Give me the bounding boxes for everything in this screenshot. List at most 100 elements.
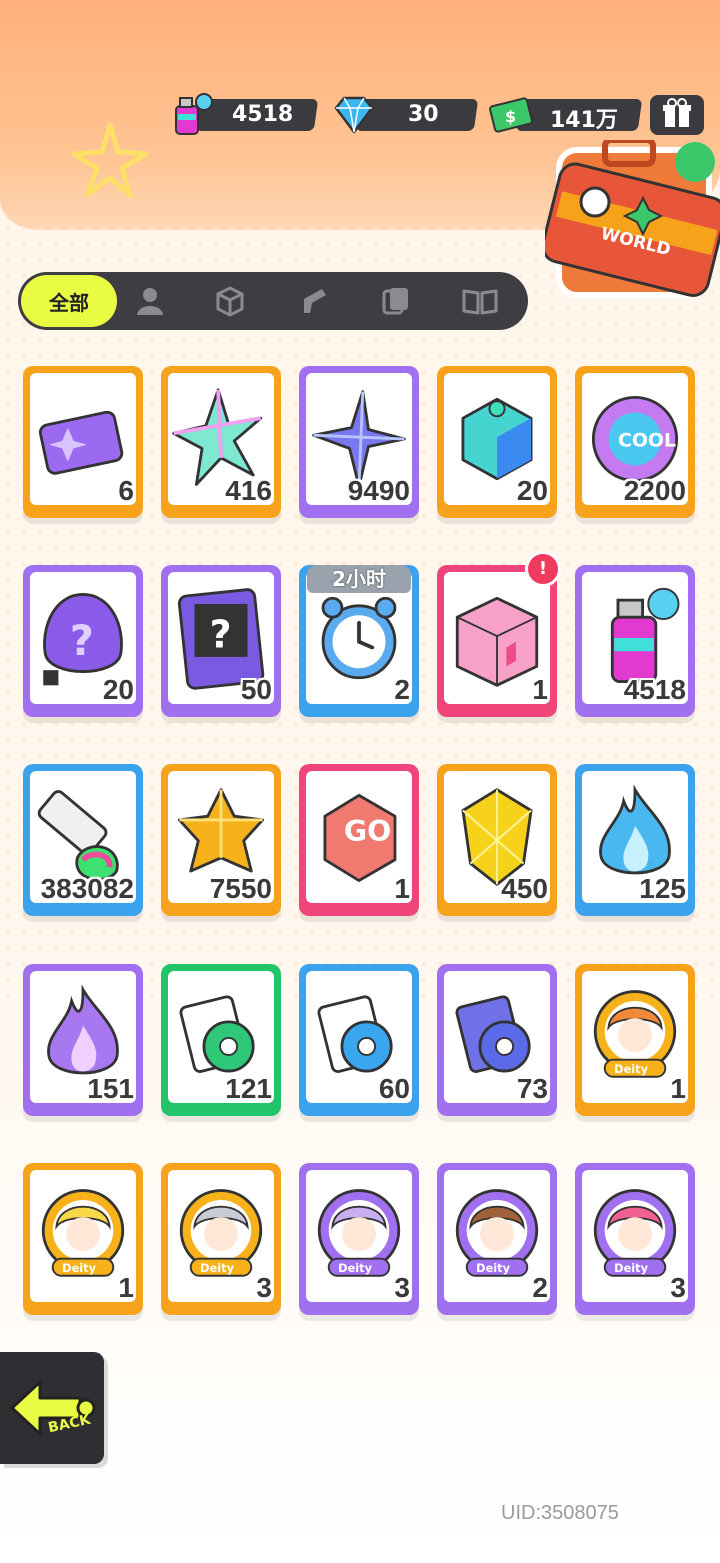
item-blue-flame[interactable]: 125: [575, 764, 695, 916]
item-deity-badge-pink-hair[interactable]: Deity 3: [575, 1163, 695, 1315]
svg-text:Deity: Deity: [476, 1261, 510, 1275]
item-green-film-roll[interactable]: 121: [161, 964, 281, 1116]
item-slot: 416: [168, 373, 274, 505]
item-count: 60: [378, 1073, 410, 1103]
world-briefcase-button[interactable]: WORLD: [541, 137, 720, 300]
book-icon[interactable]: [460, 285, 500, 317]
item-count: 50: [240, 674, 272, 704]
diamond-icon: [334, 96, 374, 134]
item-slot: 7550: [168, 771, 274, 903]
item-deity-badge-blonde[interactable]: Deity 1: [23, 1163, 143, 1315]
item-slot: 20: [444, 373, 550, 505]
item-slot: Deity 3: [582, 1170, 688, 1302]
box-icon[interactable]: [214, 285, 246, 317]
person-icon[interactable]: [134, 285, 166, 317]
item-slot: GO 1: [306, 771, 412, 903]
cash-icon: $: [489, 97, 533, 133]
item-count: 6: [118, 475, 134, 505]
back-button[interactable]: BACK: [0, 1352, 104, 1464]
item-travel-card[interactable]: ? 50: [161, 565, 281, 717]
item-rainbow-crystal[interactable]: 416: [161, 366, 281, 518]
briefcase-icon: [541, 137, 720, 298]
item-count: 1: [532, 674, 548, 704]
item-count: 3: [670, 1272, 686, 1302]
item-slot: COOL 2200: [582, 373, 688, 505]
item-deity-badge-silver-hair[interactable]: Deity 3: [161, 1163, 281, 1315]
item-count: 20: [102, 674, 134, 704]
item-slot: 383082: [30, 771, 136, 903]
currency-cash[interactable]: $ 141万: [488, 96, 644, 134]
item-count: 2: [532, 1272, 548, 1302]
item-cool-badge[interactable]: COOL 2200: [575, 366, 695, 518]
svg-text:Deity: Deity: [200, 1261, 234, 1275]
tab-all[interactable]: 全部: [21, 275, 117, 327]
item-count: 20: [516, 475, 548, 505]
item-ticket[interactable]: 6: [23, 366, 143, 518]
item-alarm-clock[interactable]: 2 2小时: [299, 565, 419, 717]
item-spray-can[interactable]: 4518: [575, 565, 695, 717]
svg-text:$: $: [505, 107, 516, 126]
item-slot: 73: [444, 971, 550, 1103]
item-deity-badge-lavender-hair[interactable]: Deity 3: [299, 1163, 419, 1315]
item-count: 121: [225, 1073, 272, 1103]
item-count: 1: [670, 1073, 686, 1103]
item-slot: Deity 3: [306, 1170, 412, 1302]
item-count: 151: [87, 1073, 134, 1103]
item-deity-badge-orange-hair[interactable]: Deity 1: [575, 964, 695, 1116]
item-count: 125: [639, 873, 686, 903]
item-count: 4518: [623, 674, 686, 704]
user-id: UID:3508075: [501, 1502, 619, 1524]
item-count: 1: [394, 873, 410, 903]
item-purple-star-crystal[interactable]: 9490: [299, 366, 419, 518]
item-slot: Deity 2: [444, 1170, 550, 1302]
item-blue-film-roll[interactable]: 60: [299, 964, 419, 1116]
item-count: 383082: [40, 873, 134, 903]
spray-can-icon: [175, 93, 213, 135]
item-purple-flame[interactable]: 151: [23, 964, 143, 1116]
item-slot: 6: [30, 373, 136, 505]
item-slot: 9490: [306, 373, 412, 505]
star-doodle-icon: [71, 122, 149, 198]
currency-value: 30: [408, 102, 439, 127]
gift-box-icon: [663, 98, 691, 127]
menu-button[interactable]: [650, 95, 704, 135]
item-slot: 125: [582, 771, 688, 903]
item-slot: 1: [444, 572, 550, 704]
currency-diamond[interactable]: 30: [328, 96, 480, 134]
item-count: 9490: [347, 475, 410, 505]
item-slot: Deity 1: [30, 1170, 136, 1302]
card-icon[interactable]: [380, 285, 412, 317]
item-color-block[interactable]: 20: [437, 366, 557, 518]
currency-value: 4518: [232, 102, 294, 127]
item-slot: 151: [30, 971, 136, 1103]
item-purple-film-roll[interactable]: 73: [437, 964, 557, 1116]
item-count: 2200: [623, 475, 686, 505]
svg-text:Deity: Deity: [614, 1062, 648, 1076]
item-slot: 4518: [582, 572, 688, 704]
svg-text:Deity: Deity: [62, 1261, 96, 1275]
item-slot: ? 50: [168, 572, 274, 704]
item-mystery-egg[interactable]: ? 20: [23, 565, 143, 717]
item-gold-crystal[interactable]: 7550: [161, 764, 281, 916]
svg-text:Deity: Deity: [614, 1261, 648, 1275]
item-count: 1: [118, 1272, 134, 1302]
spray-gun-icon[interactable]: [298, 285, 330, 317]
item-count: 416: [225, 475, 272, 505]
item-slot: Deity 3: [168, 1170, 274, 1302]
svg-text:Deity: Deity: [338, 1261, 372, 1275]
item-count: 7550: [209, 873, 272, 903]
item-splash-box[interactable]: 1!: [437, 551, 561, 717]
item-yellow-gem[interactable]: 450: [437, 764, 557, 916]
item-count: 73: [516, 1073, 548, 1103]
item-slot: 450: [444, 771, 550, 903]
item-count: 2: [394, 674, 410, 704]
item-paint-tube[interactable]: 383082: [23, 764, 143, 916]
svg-text:?: ?: [210, 612, 232, 656]
item-count: 3: [394, 1272, 410, 1302]
currency-value: 141万: [550, 108, 618, 133]
item-red-dice[interactable]: GO 1: [299, 764, 419, 916]
currency-spray[interactable]: 4518: [168, 93, 320, 135]
item-deity-badge-brown-hair[interactable]: Deity 2: [437, 1163, 557, 1315]
item-count: 450: [501, 873, 548, 903]
svg-text:?: ?: [70, 616, 94, 665]
